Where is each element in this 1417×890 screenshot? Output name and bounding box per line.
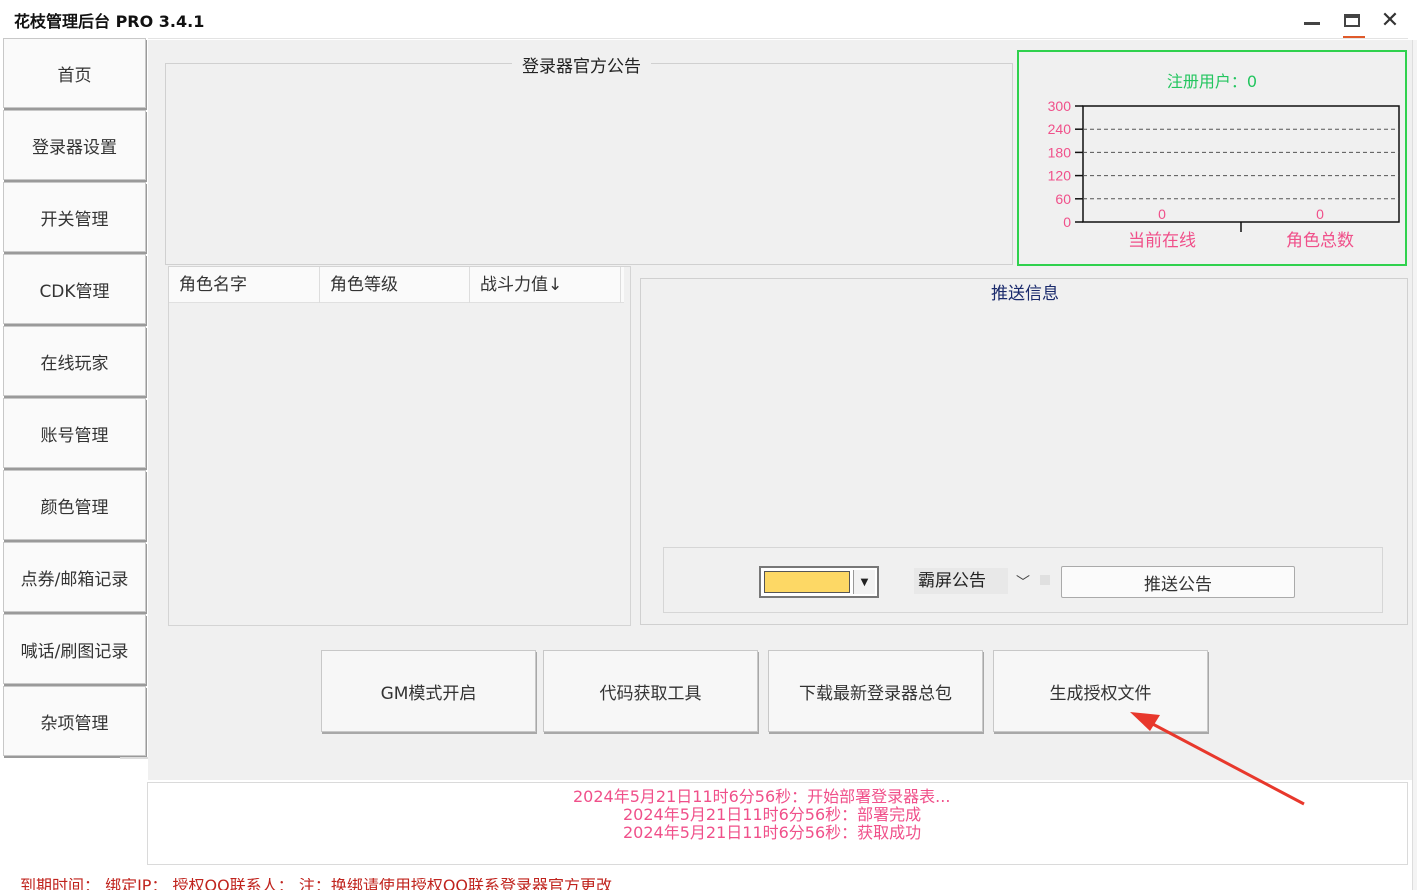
gm-mode-button[interactable]: GM模式开启 [321, 650, 536, 732]
divider [148, 38, 1408, 39]
sidebar-item-account-management[interactable]: 账号管理 [3, 398, 146, 468]
data-label: 0 [1316, 206, 1324, 222]
y-tick-label: 240 [1048, 121, 1072, 137]
scrollbar[interactable] [1412, 40, 1417, 890]
sidebar-item-points-mail-records[interactable]: 点券/邮箱记录 [3, 542, 146, 612]
sidebar-item-launcher-settings[interactable]: 登录器设置 [3, 110, 146, 180]
plot-frame [1082, 105, 1400, 223]
code-tool-button[interactable]: 代码获取工具 [543, 650, 758, 732]
chevron-down-icon[interactable]: ▼ [853, 570, 875, 594]
column-header-role-level[interactable]: 角色等级 [320, 267, 470, 303]
push-panel: 推送信息 ▼ 霸屏公告 ﹀ 推送公告 [640, 278, 1408, 625]
player-table: 角色名字 角色等级 战斗力值↓ [168, 266, 631, 626]
divider [120, 757, 148, 759]
push-notice-button[interactable]: 推送公告 [1061, 566, 1295, 598]
notice-type-value: 霸屏公告 [914, 568, 1008, 594]
maximize-icon [1344, 13, 1360, 27]
sidebar-item-online-players[interactable]: 在线玩家 [3, 326, 146, 396]
push-panel-title: 推送信息 [991, 284, 1059, 304]
y-tick-label: 120 [1048, 168, 1072, 184]
select-handle [1040, 575, 1050, 585]
y-tick-label: 0 [1063, 214, 1071, 230]
sidebar-item-cdk-management[interactable]: CDK管理 [3, 254, 146, 324]
table-header: 角色名字 角色等级 战斗力值↓ [169, 267, 624, 303]
data-label: 0 [1158, 206, 1166, 222]
download-launcher-button[interactable]: 下载最新登录器总包 [768, 650, 983, 732]
y-tick-label: 60 [1055, 191, 1071, 207]
category-label: 角色总数 [1286, 231, 1354, 251]
log-line: 2024年5月21日11时6分56秒：获取成功 [623, 823, 922, 842]
minimize-button[interactable] [1296, 6, 1328, 34]
sidebar-item-misc-management[interactable]: 杂项管理 [3, 686, 146, 756]
category-label: 当前在线 [1128, 231, 1196, 251]
title-bar: 花枝管理后台 PRO 3.4.1 ✕ [0, 0, 1417, 38]
color-picker[interactable]: ▼ [759, 566, 879, 598]
notice-type-select[interactable]: 霸屏公告 ﹀ [912, 568, 1050, 596]
close-icon: ✕ [1380, 7, 1400, 33]
stats-chart-panel: 注册用户：0 0 60 120 180 240 300 0 当前在线 0 角色总数 [1017, 50, 1407, 266]
y-tick-label: 300 [1048, 98, 1072, 114]
stats-chart: 0 60 120 180 240 300 0 当前在线 0 角色总数 [1048, 98, 1400, 251]
status-bar: 到期时间： 绑定IP： 授权QQ联系人： 注：换绑请使用授权QQ联系登录器官方更… [20, 878, 613, 890]
chevron-down-icon: ﹀ [1016, 575, 1030, 591]
minimize-icon [1304, 21, 1320, 25]
notice-box [165, 63, 1013, 265]
push-controls: ▼ 霸屏公告 ﹀ 推送公告 [663, 547, 1383, 613]
app-title: 花枝管理后台 PRO 3.4.1 [14, 12, 205, 31]
y-tick-label: 180 [1048, 144, 1072, 160]
notice-title: 登录器官方公告 [512, 52, 651, 77]
close-button[interactable]: ✕ [1374, 6, 1406, 34]
color-swatch [764, 571, 850, 593]
column-header-role-name[interactable]: 角色名字 [169, 267, 320, 303]
generate-license-button[interactable]: 生成授权文件 [993, 650, 1208, 732]
sidebar-item-color-management[interactable]: 颜色管理 [3, 470, 146, 540]
maximize-button[interactable] [1336, 6, 1368, 34]
sidebar-item-switch-management[interactable]: 开关管理 [3, 182, 146, 252]
sidebar-item-chat-records[interactable]: 喊话/刷图记录 [3, 614, 146, 684]
sidebar-item-home[interactable]: 首页 [3, 38, 146, 108]
column-header-combat-power[interactable]: 战斗力值↓ [470, 267, 621, 303]
